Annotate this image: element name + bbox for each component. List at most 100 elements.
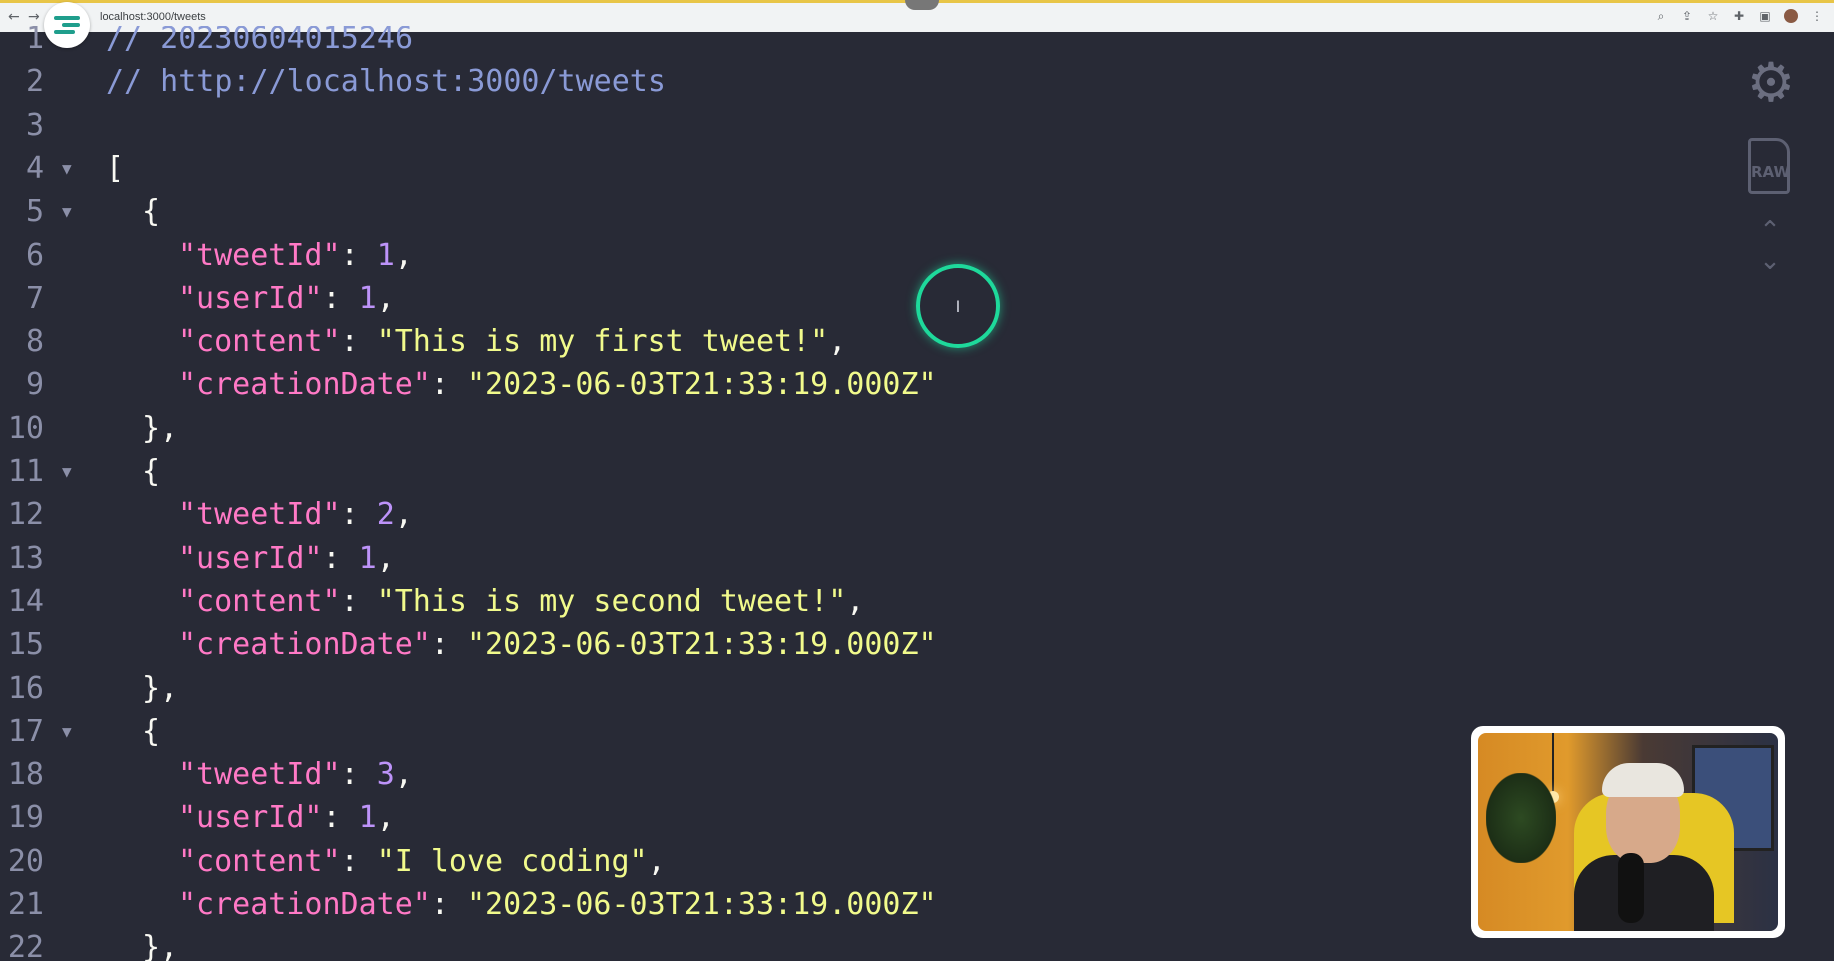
code-line: 12 "tweetId": 2,: [0, 493, 1100, 536]
token-punc: ,: [647, 843, 666, 879]
token-key: "tweetId": [178, 497, 341, 533]
code-text: "tweetId": 1,: [178, 234, 413, 277]
token-punc: },: [142, 930, 179, 961]
token-punc: },: [142, 670, 179, 706]
forward-icon[interactable]: →: [28, 9, 40, 25]
token-punc: :: [340, 324, 377, 360]
back-icon[interactable]: ←: [8, 9, 20, 25]
cursor-highlight: I: [916, 264, 1000, 348]
token-punc: ,: [394, 237, 413, 273]
extensions-icon[interactable]: ✚: [1732, 9, 1746, 24]
line-number: 16: [7, 670, 44, 706]
fold-toggle-icon[interactable]: ▼: [62, 450, 72, 493]
chevron-down-icon[interactable]: ⌄: [1754, 248, 1786, 274]
token-key: "creationDate": [178, 367, 431, 403]
chevron-up-icon[interactable]: ⌃: [1754, 218, 1786, 244]
raw-view-button[interactable]: RAW: [1748, 138, 1790, 194]
code-line: 2 // http://localhost:3000/tweets: [0, 60, 1100, 103]
code-text: "tweetId": 3,: [178, 753, 413, 796]
code-line: 11 ▼ {: [0, 450, 1100, 493]
text-cursor-icon: I: [955, 296, 961, 316]
line-number: 9: [25, 367, 44, 403]
code-text: "creationDate": "2023-06-03T21:33:19.000…: [178, 623, 937, 666]
code-text: "userId": 1,: [178, 796, 395, 839]
token-punc: },: [142, 410, 179, 446]
code-line: 17 ▼ {: [0, 710, 1100, 753]
tab-handle: [905, 0, 939, 10]
token-punc: :: [322, 540, 359, 576]
menu-kebab-icon[interactable]: ⋮: [1810, 9, 1824, 24]
code-line: 3: [0, 104, 1100, 147]
token-key: "creationDate": [178, 887, 431, 922]
line-number: 22: [7, 930, 44, 961]
token-num: 2: [376, 497, 395, 533]
code-text: "userId": 1,: [178, 537, 395, 580]
token-str: "2023-06-03T21:33:19.000Z": [467, 887, 937, 922]
line-number: 13: [7, 540, 44, 576]
token-key: "content": [178, 583, 341, 619]
code-line: 20 "content": "I love coding",: [0, 840, 1100, 883]
fold-toggle-icon[interactable]: ▼: [62, 710, 72, 753]
token-punc: ,: [846, 583, 865, 619]
line-number: 3: [25, 107, 44, 143]
token-punc: :: [340, 843, 377, 879]
line-number: 21: [7, 887, 44, 922]
token-key: "userId": [178, 800, 323, 836]
token-str: "I love coding": [376, 843, 648, 879]
fold-toggle-icon[interactable]: ▼: [62, 147, 72, 190]
fold-toggle-icon[interactable]: ▼: [62, 190, 72, 233]
zoom-icon[interactable]: ⌕: [1654, 9, 1668, 24]
address-bar[interactable]: localhost:3000/tweets: [100, 11, 206, 23]
sidepanel-icon[interactable]: ▣: [1758, 9, 1772, 24]
token-cm: // http://localhost:3000/tweets: [106, 64, 666, 100]
token-key: "content": [178, 324, 341, 360]
profile-avatar-icon[interactable]: [1784, 9, 1798, 23]
token-punc: :: [340, 583, 377, 619]
token-key: "userId": [178, 540, 323, 576]
token-punc: {: [142, 713, 161, 749]
line-number: 12: [7, 497, 44, 533]
line-number: 17: [7, 713, 44, 749]
code-line: 4 ▼ [: [0, 147, 1100, 190]
token-num: 1: [358, 280, 377, 316]
code-text: "content": "This is my first tweet!",: [178, 320, 846, 363]
code-text: "content": "This is my second tweet!",: [178, 580, 864, 623]
token-punc: :: [430, 367, 467, 403]
code-line: 19 "userId": 1,: [0, 796, 1100, 839]
settings-gear-icon[interactable]: ⚙: [1746, 56, 1796, 110]
code-text: {: [142, 450, 160, 493]
token-key: "userId": [178, 280, 323, 316]
line-number: 14: [7, 583, 44, 619]
token-num: 1: [376, 237, 395, 273]
line-number: 7: [25, 280, 44, 316]
line-number: 6: [25, 237, 44, 273]
line-number: 11: [7, 454, 44, 489]
webcam-overlay: [1471, 726, 1785, 938]
share-icon[interactable]: ⇪: [1680, 9, 1694, 24]
token-key: "creationDate": [178, 627, 431, 663]
line-number: 5: [25, 194, 44, 230]
line-number: 10: [7, 410, 44, 446]
code-text: [: [106, 147, 124, 190]
token-str: "2023-06-03T21:33:19.000Z": [467, 627, 937, 663]
code-text: "content": "I love coding",: [178, 840, 666, 883]
code-line: 5 ▼ {: [0, 190, 1100, 233]
line-number: 2: [25, 64, 44, 100]
token-num: 1: [358, 540, 377, 576]
code-line: 10},: [0, 407, 1100, 450]
line-number: 19: [7, 800, 44, 836]
code-text: "creationDate": "2023-06-03T21:33:19.000…: [178, 883, 937, 926]
line-number: 1: [25, 26, 44, 56]
line-number: 15: [7, 627, 44, 663]
token-str: "This is my first tweet!": [376, 324, 829, 360]
code-text: // http://localhost:3000/tweets: [106, 60, 666, 103]
code-text: },: [142, 926, 178, 961]
code-line: 9 "creationDate": "2023-06-03T21:33:19.00…: [0, 363, 1100, 406]
token-punc: ,: [394, 497, 413, 533]
bookmark-star-icon[interactable]: ☆: [1706, 9, 1720, 24]
token-punc: {: [142, 454, 161, 489]
token-key: "tweetId": [178, 757, 341, 793]
token-cm: // 20230604015246: [106, 26, 414, 56]
token-punc: {: [142, 194, 161, 230]
token-punc: ,: [828, 324, 847, 360]
